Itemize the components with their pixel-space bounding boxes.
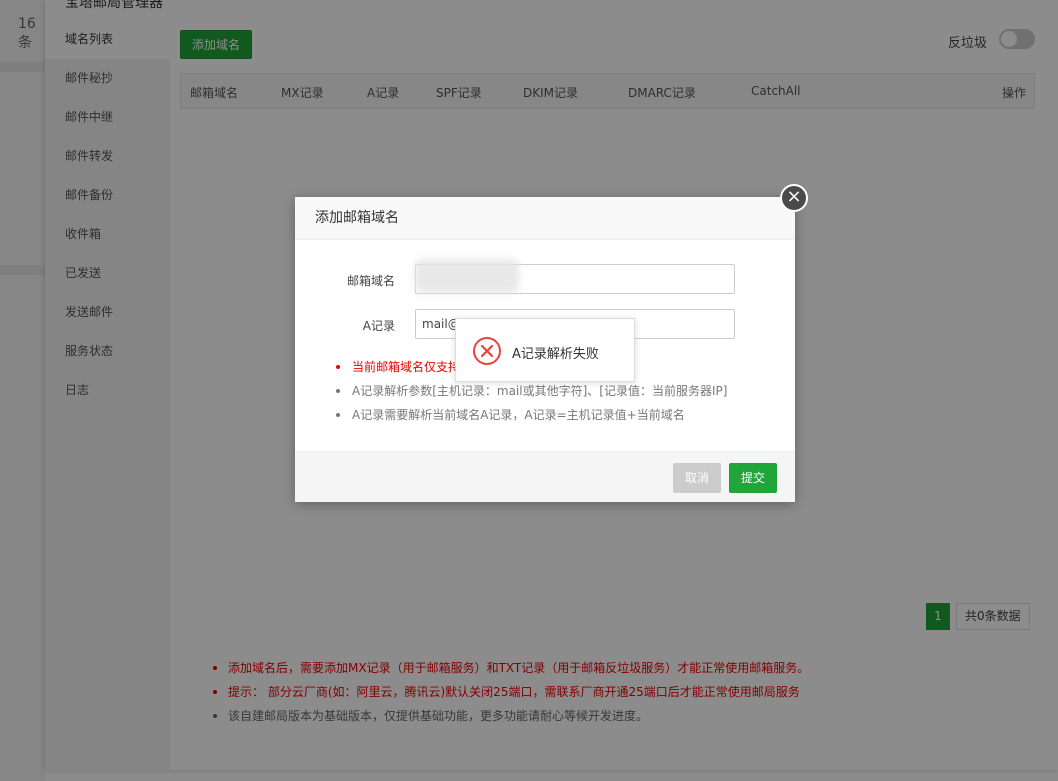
redaction-blur — [415, 259, 519, 293]
toast-message: A记录解析失败 — [512, 347, 599, 362]
modal-footer: 取消 提交 — [295, 451, 795, 502]
modal-title: 添加邮箱域名 — [295, 197, 795, 240]
submit-button[interactable]: 提交 — [729, 463, 777, 493]
error-toast: A记录解析失败 — [455, 318, 635, 382]
close-icon[interactable]: × — [780, 184, 808, 212]
a-record-label: A记录 — [362, 319, 395, 333]
domain-form-row: 邮箱域名 — [295, 259, 795, 294]
domain-label: 邮箱域名 — [346, 274, 395, 288]
cancel-button[interactable]: 取消 — [673, 463, 721, 493]
modal-note-item: A记录解析参数[主机记录：mail或其他字符]、[记录值：当前服务器IP] — [335, 379, 727, 403]
error-icon — [473, 337, 501, 365]
modal-note-item: A记录需要解析当前域名A记录，A记录=主机记录值+当前域名 — [335, 403, 727, 427]
